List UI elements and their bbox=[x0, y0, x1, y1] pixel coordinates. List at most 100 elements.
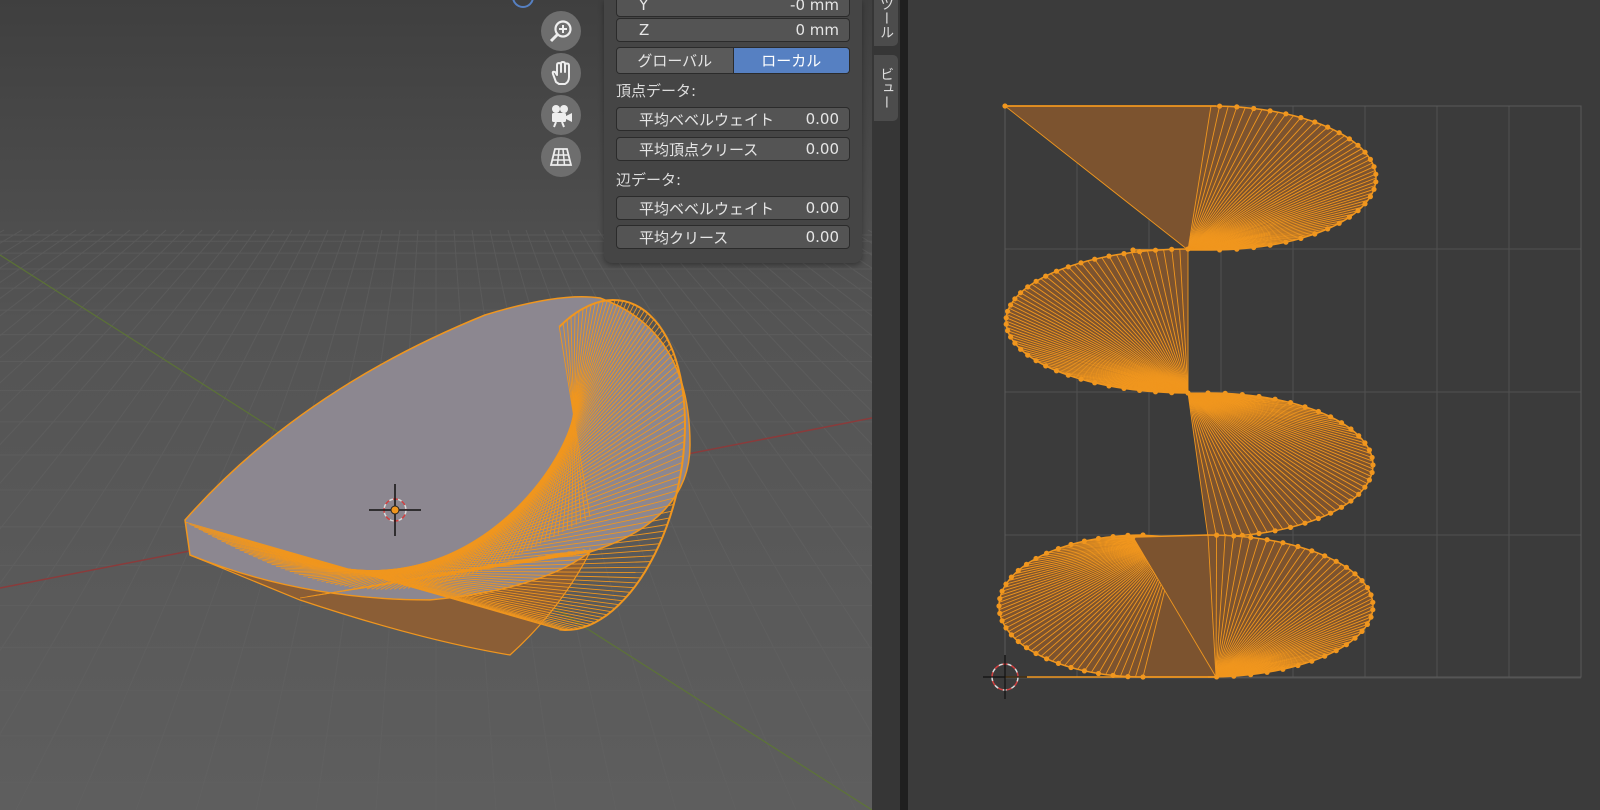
edge-data-heading: 辺データ: bbox=[616, 171, 682, 189]
uv-vertex bbox=[1055, 546, 1061, 552]
grid-line bbox=[705, 229, 872, 384]
uv-vertex bbox=[1214, 532, 1220, 538]
uv-vertex bbox=[997, 596, 1003, 602]
uv-vertex bbox=[1005, 308, 1011, 314]
uv-vertex bbox=[1222, 390, 1228, 396]
uv-vertex bbox=[1295, 662, 1301, 669]
tab-tool[interactable]: ツール bbox=[874, 0, 898, 46]
uv-vertex bbox=[1370, 607, 1376, 613]
uv-vertex bbox=[1033, 358, 1039, 364]
uv-vertex bbox=[1364, 621, 1370, 628]
uv-vertex bbox=[1336, 220, 1342, 226]
uv-vertex bbox=[1152, 389, 1159, 395]
uv-vertex bbox=[1356, 491, 1362, 497]
uv-vertex bbox=[1312, 231, 1318, 237]
uv-vertex bbox=[1362, 201, 1368, 207]
uv-vertex bbox=[1053, 268, 1060, 274]
uv-vertex bbox=[1169, 390, 1175, 396]
uv-edge bbox=[1215, 535, 1218, 678]
uv-vertex bbox=[1018, 346, 1024, 352]
uv-vertex bbox=[1373, 179, 1379, 185]
tab-view[interactable]: ビュー bbox=[874, 55, 898, 121]
uv-vertex bbox=[1081, 538, 1087, 544]
sidebar-tabs: ツール ビュー bbox=[872, 0, 900, 810]
uv-vertex bbox=[1370, 599, 1376, 605]
pan-button[interactable] bbox=[541, 53, 581, 93]
global-button[interactable]: グローバル bbox=[617, 48, 733, 73]
grid-line bbox=[687, 229, 872, 413]
mesh-surface bbox=[184, 296, 691, 601]
zoom-button[interactable] bbox=[541, 11, 581, 51]
uv-vertex bbox=[1295, 543, 1301, 550]
uv-vertex bbox=[1368, 614, 1374, 620]
uv-vertex bbox=[1008, 334, 1014, 340]
edge-bevel-weight-value: 0.00 bbox=[805, 199, 839, 217]
uv-vertex bbox=[1325, 124, 1331, 130]
vertex-data-heading: 頂点データ: bbox=[616, 82, 697, 100]
grid-line bbox=[0, 229, 59, 269]
uv-vertex bbox=[1121, 385, 1127, 391]
uv-vertex bbox=[1348, 426, 1354, 432]
camera-view-button[interactable] bbox=[541, 95, 581, 135]
vertex-bevel-weight-field[interactable]: 平均ベベルウェイト 0.00 bbox=[616, 107, 850, 131]
uv-vertex bbox=[1251, 244, 1257, 251]
3d-viewport[interactable]: Y -0 mm Z 0 mm グローバル ローカル 頂点データ: 平均ベベルウェ… bbox=[0, 0, 872, 810]
uv-vertex bbox=[1362, 440, 1368, 446]
uv-vertex bbox=[1371, 164, 1377, 170]
uv-vertex bbox=[1044, 656, 1050, 662]
uv-vertex bbox=[1065, 264, 1071, 270]
uv-vertex bbox=[1008, 632, 1014, 638]
location-z-field[interactable]: Z 0 mm bbox=[616, 18, 850, 42]
edge-crease-label: 平均クリース bbox=[639, 228, 729, 247]
vertex-bevel-weight-value: 0.00 bbox=[805, 110, 839, 128]
uv-vertex bbox=[1110, 534, 1116, 540]
uv-vertex bbox=[996, 603, 1002, 609]
vertex-crease-value: 0.00 bbox=[805, 140, 839, 158]
uv-vertex bbox=[1081, 668, 1087, 674]
uv-vertex bbox=[1309, 548, 1315, 554]
uv-vertex bbox=[1068, 541, 1074, 548]
uv-vertex bbox=[1008, 574, 1014, 580]
uv-vertex bbox=[1309, 658, 1315, 664]
uv-vertex bbox=[1003, 581, 1009, 587]
uv-vertex bbox=[999, 618, 1005, 624]
grid-line bbox=[0, 229, 23, 244]
uv-vertex bbox=[1287, 400, 1294, 406]
uv-vertex bbox=[1065, 372, 1071, 378]
uv-vertex bbox=[1369, 454, 1375, 461]
uv-vertex bbox=[1003, 315, 1009, 321]
edge-crease-field[interactable]: 平均クリース 0.00 bbox=[616, 225, 850, 249]
uv-vertex bbox=[1033, 278, 1039, 284]
edge-bevel-weight-label: 平均ベベルウェイト bbox=[639, 199, 775, 218]
uv-vertex bbox=[1367, 156, 1373, 162]
uv-vertex bbox=[1185, 246, 1191, 252]
uv-vertex bbox=[1043, 273, 1049, 279]
uv-vertex bbox=[1280, 666, 1286, 672]
uv-vertex bbox=[1137, 249, 1143, 255]
uv-vertex bbox=[1287, 524, 1294, 531]
uv-vertex bbox=[1302, 404, 1308, 410]
camera-icon bbox=[552, 105, 572, 128]
uv-editor[interactable] bbox=[908, 0, 1600, 810]
uv-vertex bbox=[1328, 510, 1334, 516]
uv-vertex bbox=[1302, 520, 1308, 526]
local-button[interactable]: ローカル bbox=[732, 48, 849, 73]
edge-bevel-weight-field[interactable]: 平均ベベルウェイト 0.00 bbox=[616, 196, 850, 220]
uv-vertex bbox=[1267, 108, 1273, 114]
uv-vertex bbox=[1338, 504, 1345, 510]
uv-vertex bbox=[1343, 564, 1349, 570]
location-y-field[interactable]: Y -0 mm bbox=[616, 0, 850, 17]
vertex-crease-field[interactable]: 平均頂点クリース 0.00 bbox=[616, 137, 850, 161]
uv-vertex bbox=[1078, 260, 1084, 266]
sidebar-item-panel: Y -0 mm Z 0 mm グローバル ローカル 頂点データ: 平均ベベルウェ… bbox=[604, 0, 862, 263]
uv-vertex bbox=[1367, 194, 1373, 200]
perspective-toggle-button[interactable] bbox=[541, 137, 581, 177]
uv-vertex bbox=[997, 610, 1003, 617]
edge-crease-value: 0.00 bbox=[805, 228, 839, 246]
uv-vertex bbox=[1272, 528, 1278, 534]
area-divider[interactable] bbox=[900, 0, 908, 810]
uv-vertex bbox=[1008, 302, 1014, 308]
uv-vertex bbox=[1352, 635, 1358, 641]
uv-vertex bbox=[1092, 380, 1098, 386]
uv-vertex bbox=[1125, 532, 1131, 539]
